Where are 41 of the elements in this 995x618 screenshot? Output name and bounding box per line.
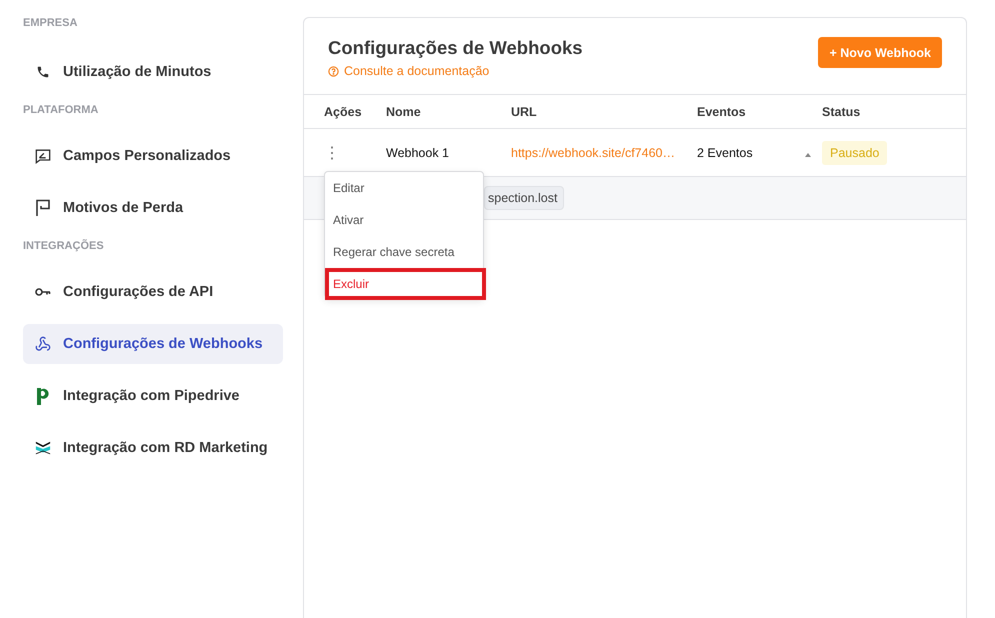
sidebar-item-label: Configurações de Webhooks	[63, 336, 263, 352]
menu-item[interactable]: Regerar chave secreta	[325, 236, 483, 268]
table-cell-text: Webhook 1	[386, 146, 450, 160]
sidebar-item[interactable]: Utilização de Minutos	[23, 52, 283, 92]
flag-icon	[35, 199, 51, 217]
sidebar-item[interactable]: Integração com RD Marketing	[23, 428, 283, 468]
sidebar-item-label: Configurações de API	[63, 284, 214, 300]
message-edit-icon	[35, 148, 51, 164]
menu-item[interactable]: Ativar	[325, 204, 483, 236]
menu-item[interactable]: Excluir	[325, 268, 486, 300]
column-header: Eventos	[697, 104, 747, 118]
table-cell-text: 2 Eventos	[697, 146, 754, 160]
chevrons-logo-icon	[35, 439, 51, 457]
column-header: Status	[822, 104, 862, 118]
sidebar-item[interactable]: Configurações de Webhooks	[23, 324, 283, 364]
sidebar-item[interactable]: Integração com Pipedrive	[23, 376, 283, 416]
key-icon	[35, 287, 51, 297]
webhook-icon	[35, 336, 51, 352]
sidebar-item[interactable]: Campos Personalizados	[23, 136, 283, 176]
phone-icon	[36, 65, 50, 79]
sidebar-item-label: Utilização de Minutos	[63, 64, 212, 80]
p-logo-icon	[35, 386, 51, 406]
sidebar-item-label: Campos Personalizados	[63, 148, 231, 164]
more-actions-button[interactable]: ⋮	[324, 142, 340, 162]
sidebar-item[interactable]: Configurações de API	[23, 272, 283, 312]
sidebar-item[interactable]: Motivos de Perda	[23, 188, 283, 228]
sidebar-item-label: Integração com Pipedrive	[63, 388, 240, 404]
collapse-caret-icon[interactable]	[805, 152, 811, 156]
sidebar-item-label: Motivos de Perda	[63, 200, 184, 216]
column-header: Ações	[324, 104, 363, 118]
section-title: PLATAFORMA	[23, 104, 100, 118]
section-title: EMPRESA	[23, 17, 78, 31]
help-icon	[328, 66, 339, 76]
menu-item[interactable]: Editar	[325, 172, 483, 204]
section-title: INTEGRAÇÕES	[23, 240, 105, 254]
sidebar-item-label: Integração com RD Marketing	[63, 440, 268, 456]
column-header: Nome	[386, 104, 422, 118]
status-badge: Pausado	[822, 140, 888, 164]
event-tag: spection.lost	[484, 186, 564, 210]
page-title: Configurações de Webhooks	[328, 37, 583, 59]
column-header: URL	[511, 104, 538, 118]
